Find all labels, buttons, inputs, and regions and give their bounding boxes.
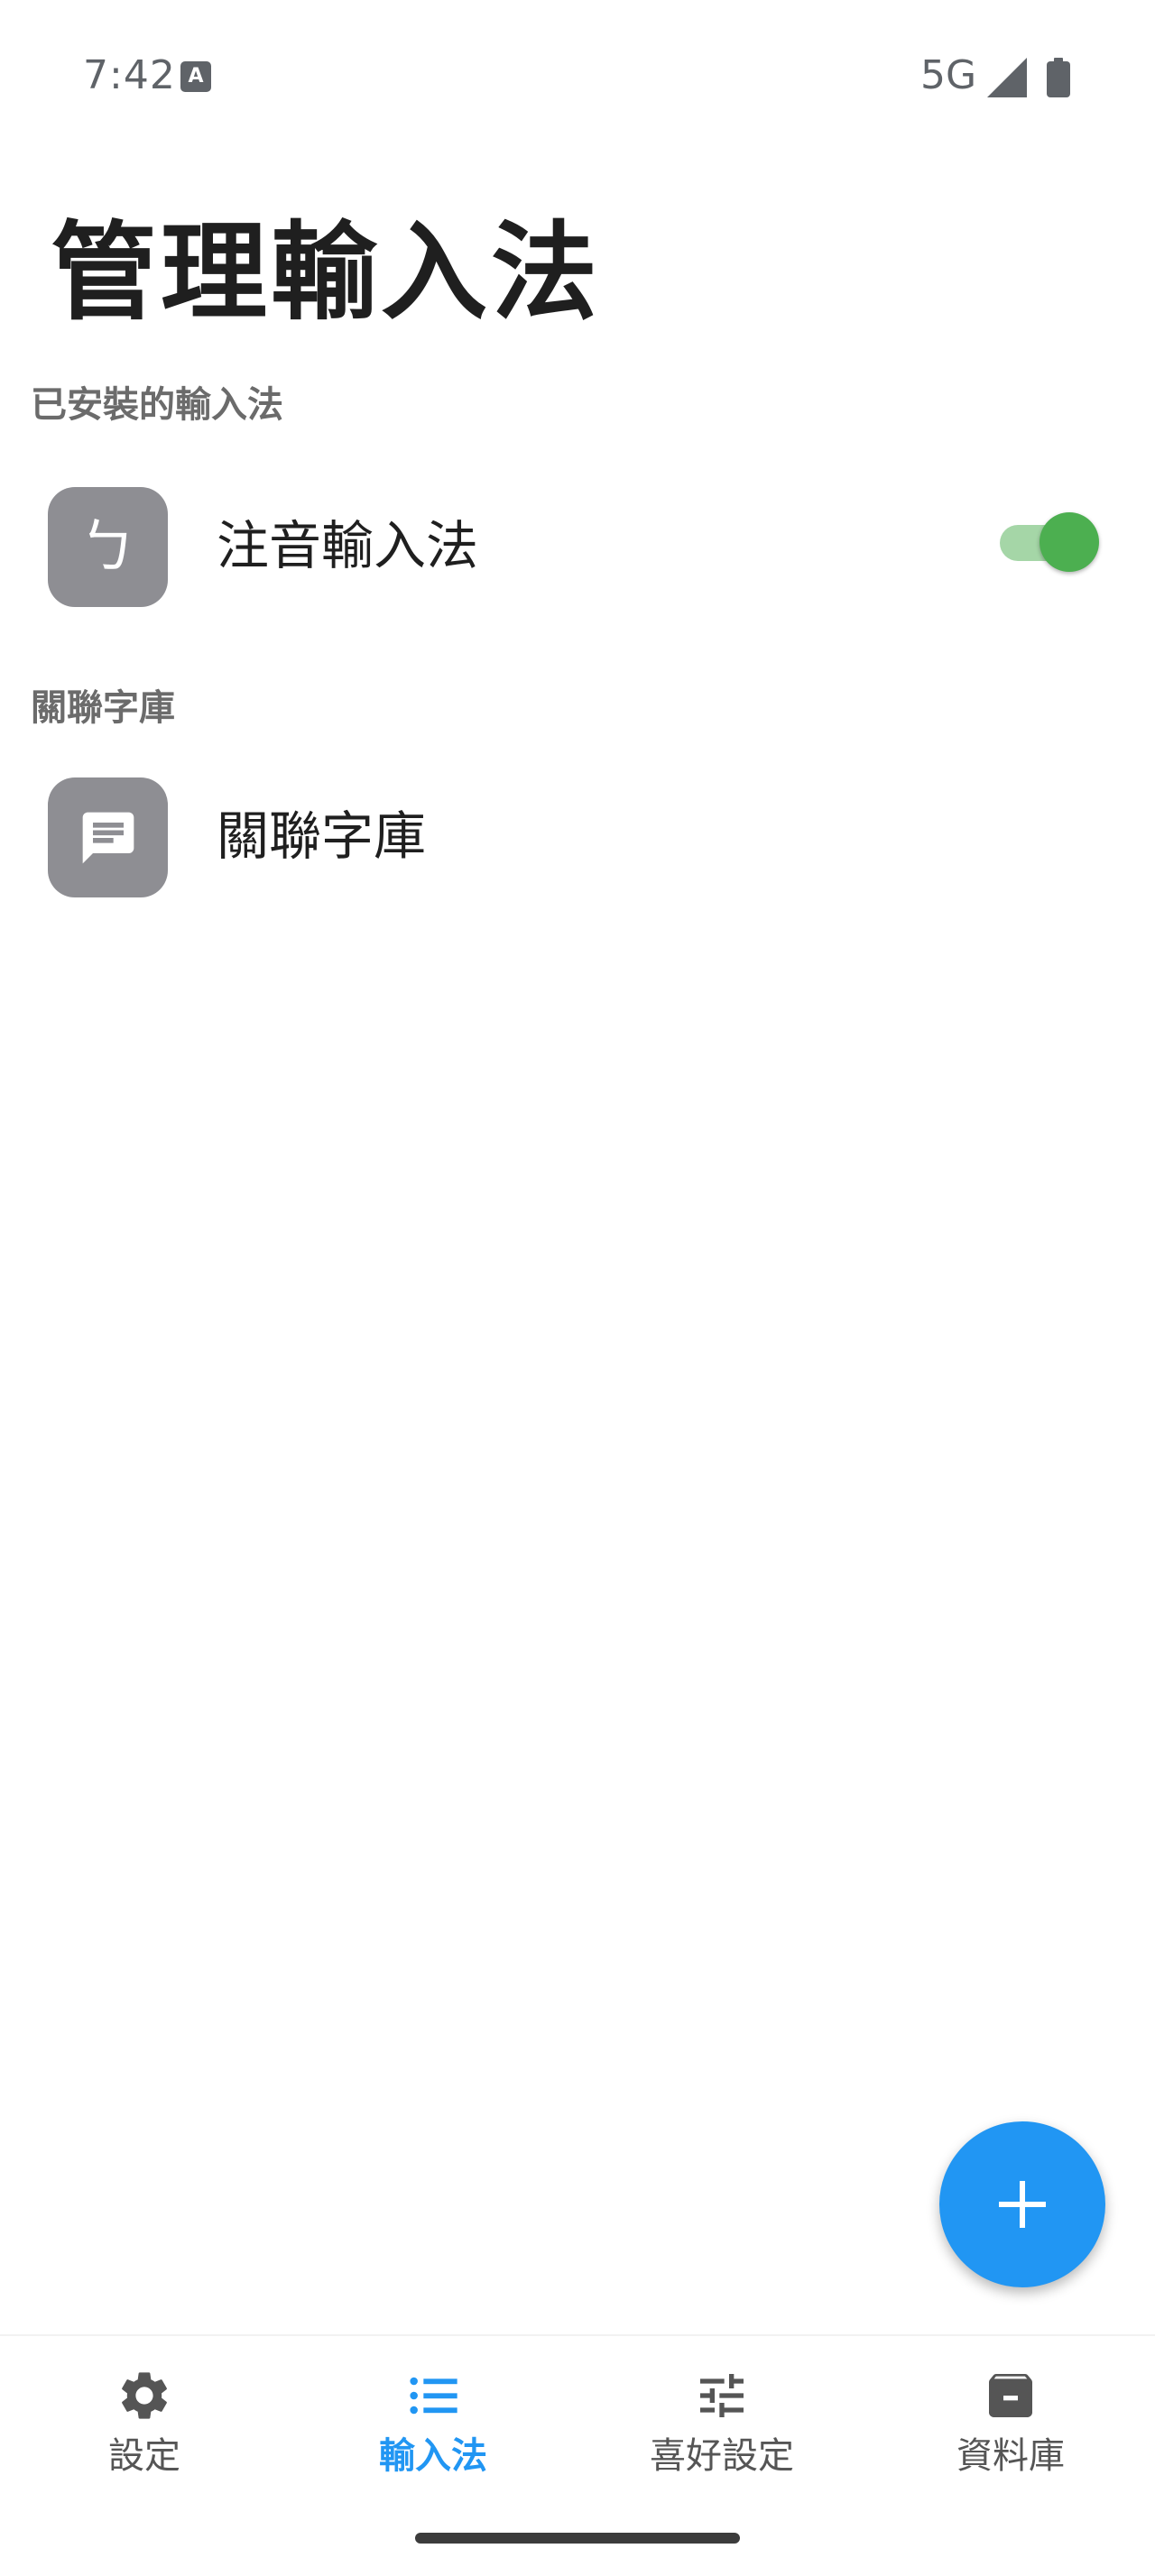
add-button[interactable] xyxy=(939,2121,1105,2287)
bopomofo-glyph: ㄅ xyxy=(79,513,137,581)
plus-icon xyxy=(999,2181,1046,2228)
nav-label-settings: 設定 xyxy=(108,2435,180,2477)
status-time: 7:42 xyxy=(83,52,176,98)
list-item-label: 注音輸入法 xyxy=(217,515,479,576)
nav-label-input-methods: 輸入法 xyxy=(379,2435,487,2477)
nav-label-preferences: 喜好設定 xyxy=(650,2435,794,2477)
nav-item-preferences[interactable]: 喜好設定 xyxy=(578,2336,866,2507)
message-icon xyxy=(48,777,168,897)
battery-icon xyxy=(1047,58,1070,97)
sliders-icon xyxy=(700,2374,744,2417)
section-header-dictionary: 關聯字庫 xyxy=(31,687,175,729)
list-icon xyxy=(410,2377,457,2415)
bopomofo-icon: ㄅ xyxy=(48,487,168,607)
status-bar: 7:42 A 5G xyxy=(0,0,1155,153)
list-item-label: 關聯字庫 xyxy=(217,805,427,867)
message-icon-svg xyxy=(82,812,134,863)
section-header-installed: 已安裝的輸入法 xyxy=(31,384,283,426)
archive-icon xyxy=(989,2374,1032,2417)
nav-item-settings[interactable]: 設定 xyxy=(0,2336,289,2507)
list-item-dictionary[interactable]: 關聯字庫 xyxy=(0,759,1155,904)
toggle-thumb xyxy=(1040,512,1099,572)
list-item-bopomofo[interactable]: ㄅ 注音輸入法 xyxy=(0,469,1155,613)
home-indicator[interactable] xyxy=(415,2533,740,2544)
bottom-nav: 設定 輸入法 喜好設定 資料庫 xyxy=(0,2334,1155,2507)
page-title: 管理輸入法 xyxy=(51,210,602,335)
signal-icon xyxy=(987,58,1027,97)
nav-item-database[interactable]: 資料庫 xyxy=(866,2336,1155,2507)
bopomofo-enable-toggle[interactable] xyxy=(1000,512,1099,572)
keyboard-a-icon: A xyxy=(180,61,211,92)
nav-label-database: 資料庫 xyxy=(956,2435,1065,2477)
nav-item-input-methods[interactable]: 輸入法 xyxy=(289,2336,578,2507)
gear-icon xyxy=(122,2372,167,2419)
network-type: 5G xyxy=(920,52,977,98)
